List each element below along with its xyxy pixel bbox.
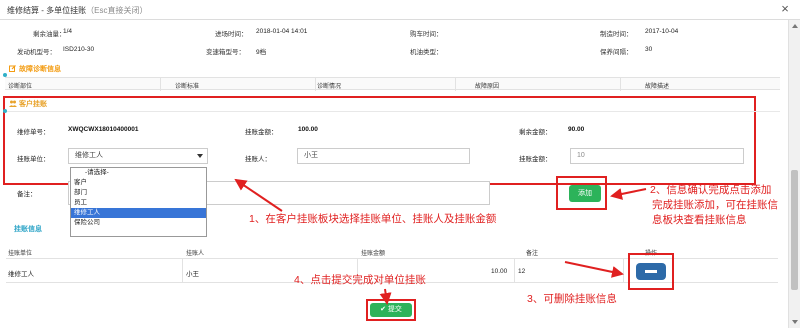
annotation-step-3: 3、可删除挂账信息 bbox=[527, 293, 617, 305]
arrow-to-add-button bbox=[610, 188, 647, 200]
annotation-step-2-line-1: 2、信息确认完成点击添加 bbox=[650, 184, 772, 196]
annotation-step-1: 1、在客户挂账板块选择挂账单位、挂账人及挂账金额 bbox=[249, 213, 497, 225]
annotation-step-4: 4、点击提交完成对单位挂账 bbox=[294, 274, 426, 286]
arrow-to-delete-button bbox=[564, 261, 624, 278]
arrow-to-submit-button bbox=[379, 288, 392, 305]
arrow-to-unit-select bbox=[234, 178, 283, 212]
annotation-step-2-line-2: 完成挂账添加，可在挂账信 bbox=[652, 199, 778, 211]
annotation-step-2-line-3: 息板块查看挂账信息 bbox=[652, 214, 747, 226]
